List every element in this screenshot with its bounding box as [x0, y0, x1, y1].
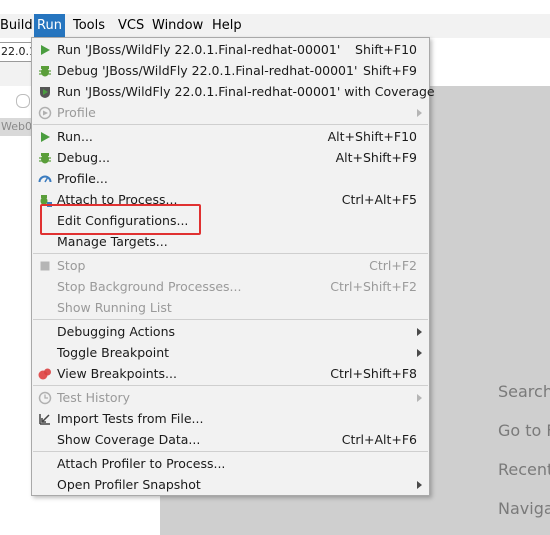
menu-bar: Build Run Tools VCS Window Help	[0, 14, 550, 38]
profile-icon	[38, 106, 52, 120]
menu-item-profile[interactable]: Profile...	[32, 168, 429, 189]
settings-icon[interactable]	[16, 94, 30, 108]
menu-separator	[33, 124, 428, 125]
menu-run[interactable]: Run	[34, 14, 65, 38]
menu-item-open-profiler-snapshot[interactable]: Open Profiler Snapshot	[32, 474, 429, 495]
menu-tools[interactable]: Tools	[70, 14, 108, 38]
menu-item-debugging-actions[interactable]: Debugging Actions	[32, 321, 429, 342]
submenu-arrow-icon	[417, 109, 422, 117]
menu-item-view-breakpoints[interactable]: View Breakpoints... Ctrl+Shift+F8	[32, 363, 429, 384]
menu-item-run-with-coverage[interactable]: Run 'JBoss/WildFly 22.0.1.Final-redhat-0…	[32, 81, 435, 102]
clock-icon	[38, 391, 52, 405]
menu-item-show-coverage-data[interactable]: Show Coverage Data... Ctrl+Alt+F6	[32, 429, 429, 450]
run-menu-dropdown: Run 'JBoss/WildFly 22.0.1.Final-redhat-0…	[31, 37, 435, 496]
menu-help[interactable]: Help	[209, 14, 245, 38]
menu-item-debug-config[interactable]: Debug 'JBoss/WildFly 22.0.1.Final-redhat…	[32, 60, 429, 81]
menu-item-toggle-breakpoint[interactable]: Toggle Breakpoint	[32, 342, 429, 363]
coverage-icon	[40, 87, 50, 98]
menu-vcs[interactable]: VCS	[115, 14, 147, 38]
hint-search: Search	[498, 382, 550, 401]
submenu-arrow-icon	[417, 349, 422, 357]
menu-separator	[33, 253, 428, 254]
menu-item-debug[interactable]: Debug... Alt+Shift+F9	[32, 147, 429, 168]
import-icon	[39, 414, 50, 425]
breakpoints-icon	[38, 368, 51, 380]
menu-separator	[33, 451, 428, 452]
hint-navigation: Naviga	[498, 499, 550, 518]
debug-icon	[39, 66, 51, 77]
menu-item-test-history[interactable]: Test History	[32, 387, 429, 408]
menu-separator	[33, 319, 428, 320]
menu-item-import-tests[interactable]: Import Tests from File...	[32, 408, 429, 429]
debug-icon	[39, 153, 51, 164]
menu-window[interactable]: Window	[149, 14, 206, 38]
run-icon	[41, 132, 50, 142]
menu-item-run[interactable]: Run... Alt+Shift+F10	[32, 126, 429, 147]
hint-recent: Recent	[498, 460, 550, 479]
menu-item-stop[interactable]: Stop Ctrl+F2	[32, 255, 429, 276]
stop-icon	[40, 261, 50, 271]
menu-item-stop-background[interactable]: Stop Background Processes... Ctrl+Shift+…	[32, 276, 429, 297]
menu-build[interactable]: Build	[0, 14, 36, 38]
menu-separator	[33, 385, 428, 386]
submenu-arrow-icon	[417, 481, 422, 489]
menu-item-profile-submenu[interactable]: Profile	[32, 102, 429, 123]
menu-item-show-running-list[interactable]: Show Running List	[32, 297, 429, 318]
run-icon	[41, 45, 50, 55]
submenu-arrow-icon	[417, 328, 422, 336]
annotation-highlight-box	[40, 204, 201, 235]
menu-item-run-config[interactable]: Run 'JBoss/WildFly 22.0.1.Final-redhat-0…	[32, 39, 429, 60]
hint-goto-file: Go to F	[498, 421, 550, 440]
submenu-arrow-icon	[417, 394, 422, 402]
menu-item-attach-profiler[interactable]: Attach Profiler to Process...	[32, 453, 429, 474]
profiler-icon	[38, 175, 52, 183]
